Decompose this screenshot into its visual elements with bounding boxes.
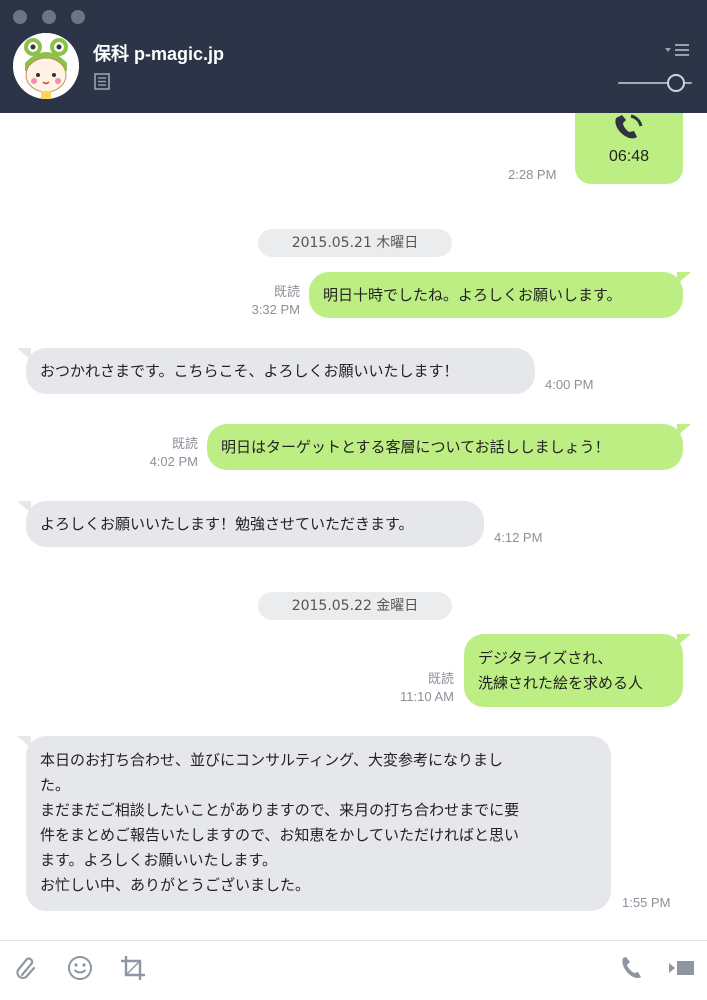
message-time: 4:00 PM: [545, 377, 594, 392]
message-text-line: 本日のお打ち合わせ、並びにコンサルティング、大変参考になりまし: [40, 751, 504, 769]
message-text-line: お忙しい中、ありがとうございました。: [40, 876, 311, 894]
chat-header: 保科 p-magic.jp: [0, 0, 707, 113]
bubble-tail: [17, 348, 31, 360]
message-time: 1:55 PM: [622, 895, 671, 910]
phone-icon[interactable]: [618, 955, 644, 981]
avatar[interactable]: [13, 33, 79, 99]
message-text-line: 洗練された絵を求める人: [478, 674, 644, 692]
video-icon[interactable]: [668, 955, 696, 981]
message-text-line: た。: [40, 776, 71, 794]
frog-hat-character-icon: [13, 33, 79, 99]
call-time: 2:28 PM: [508, 167, 557, 182]
message-meta: 既読 11:10 AM: [374, 670, 454, 706]
message-text-line: まだまだご相談したいことがありますので、来月の打ち合わせまでに要: [40, 801, 520, 819]
volume-slider-knob[interactable]: [667, 74, 685, 92]
call-duration: 06:48: [608, 148, 650, 165]
bubble-tail: [17, 736, 31, 748]
menu-icon[interactable]: [664, 43, 690, 57]
note-icon[interactable]: [94, 73, 110, 90]
read-receipt: 既読: [427, 671, 454, 686]
zoom-window-button[interactable]: [71, 10, 85, 24]
bubble-tail: [677, 272, 691, 284]
volume-slider[interactable]: [618, 74, 692, 92]
bubble-tail: [677, 424, 691, 436]
phone-call-icon: [615, 114, 643, 139]
message-time: 11:10 AM: [400, 689, 454, 704]
message-meta: 既読 3:32 PM: [220, 283, 300, 319]
message-time: 3:32 PM: [251, 302, 300, 317]
date-separator: 2015.05.21 木曜日: [258, 229, 452, 257]
bubble-tail: [17, 501, 31, 513]
chat-window: 保科 p-magic.jp 06:48 2:28 PM 2015.05.21 木…: [0, 0, 707, 1000]
minimize-window-button[interactable]: [42, 10, 56, 24]
bubble-tail: [677, 634, 691, 646]
message-text: 明日はターゲットとする客層についてお話ししましょう！: [221, 438, 610, 456]
message-text-line: 件をまとめご報告いたしますので、お知恵をかしていただければと思い: [40, 826, 519, 844]
my-message-bubble[interactable]: 明日はターゲットとする客層についてお話ししましょう！: [207, 424, 691, 470]
message-time: 4:02 PM: [149, 454, 198, 469]
message-meta: 既読 4:02 PM: [118, 435, 198, 471]
message-text-line: ます。よろしくお願いいたします。: [40, 851, 278, 869]
crop-icon[interactable]: [120, 955, 146, 981]
message-list[interactable]: 06:48 2:28 PM 2015.05.21 木曜日 既読 3:32 PM …: [0, 113, 707, 940]
message-text: おつかれさまです。こちらこそ、よろしくお願いいたします！: [40, 362, 459, 380]
attach-icon[interactable]: [14, 955, 40, 981]
close-window-button[interactable]: [13, 10, 27, 24]
their-message-bubble[interactable]: よろしくお願いいたします！勉強させていただきます。: [17, 501, 484, 547]
message-text: 明日十時でしたね。よろしくお願いします。: [323, 286, 622, 304]
emoji-icon[interactable]: [67, 955, 93, 981]
read-receipt: 既読: [273, 284, 300, 299]
their-message-bubble[interactable]: おつかれさまです。こちらこそ、よろしくお願いいたします！: [17, 348, 535, 394]
call-bubble[interactable]: 06:48: [575, 113, 683, 184]
read-receipt: 既読: [171, 436, 198, 451]
date-separator: 2015.05.22 金曜日: [258, 592, 452, 620]
their-message-bubble[interactable]: 本日のお打ち合わせ、並びにコンサルティング、大変参考になりまし た。 まだまだご…: [17, 736, 611, 911]
input-toolbar: [0, 940, 707, 1000]
my-message-bubble[interactable]: 明日十時でしたね。よろしくお願いします。: [309, 272, 691, 318]
message-time: 4:12 PM: [494, 530, 543, 545]
message-text: よろしくお願いいたします！勉強させていただきます。: [40, 515, 414, 533]
contact-name: 保科 p-magic.jp: [93, 44, 225, 64]
my-message-bubble[interactable]: デジタライズされ、 洗練された絵を求める人: [464, 634, 691, 707]
message-text-line: デジタライズされ、: [478, 649, 613, 667]
